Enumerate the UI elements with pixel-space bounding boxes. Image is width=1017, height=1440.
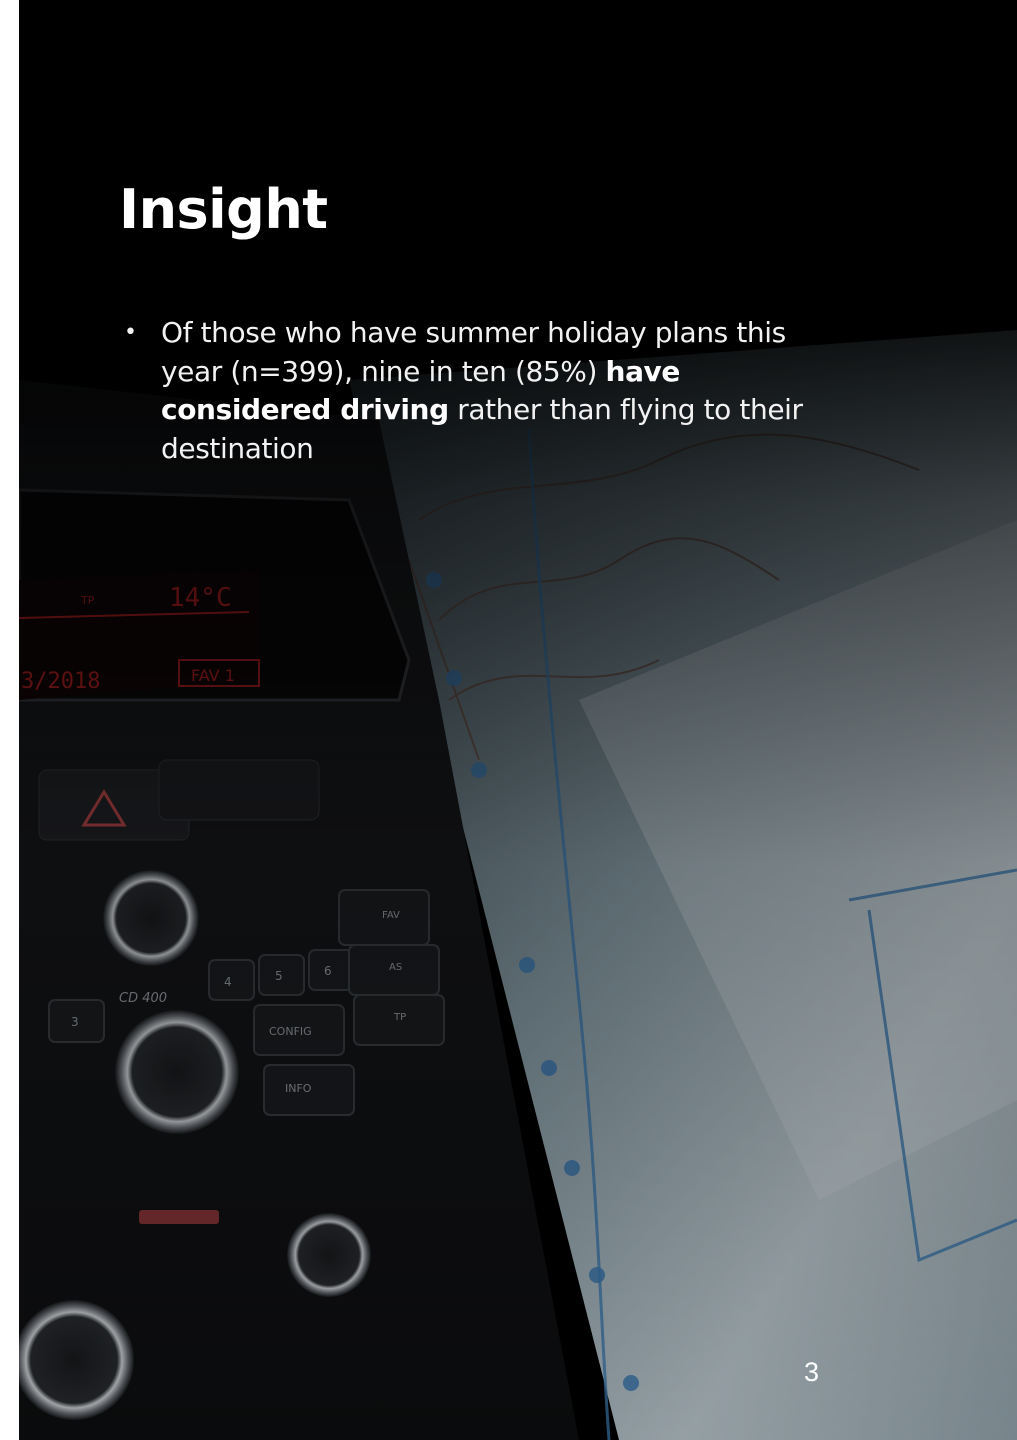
slide-page: 14°C TP 3/2018 FAV 1 4 5 bbox=[19, 0, 1017, 1440]
insight-bullet: • Of those who have summer holiday plans… bbox=[119, 314, 839, 468]
bullet-dot-icon: • bbox=[124, 320, 137, 345]
page-number: 3 bbox=[804, 1357, 820, 1387]
bullet-text-part1: Of those who have summer holiday plans t… bbox=[161, 316, 786, 388]
page-title: Insight bbox=[119, 178, 328, 241]
insight-bullet-list: • Of those who have summer holiday plans… bbox=[119, 314, 839, 468]
